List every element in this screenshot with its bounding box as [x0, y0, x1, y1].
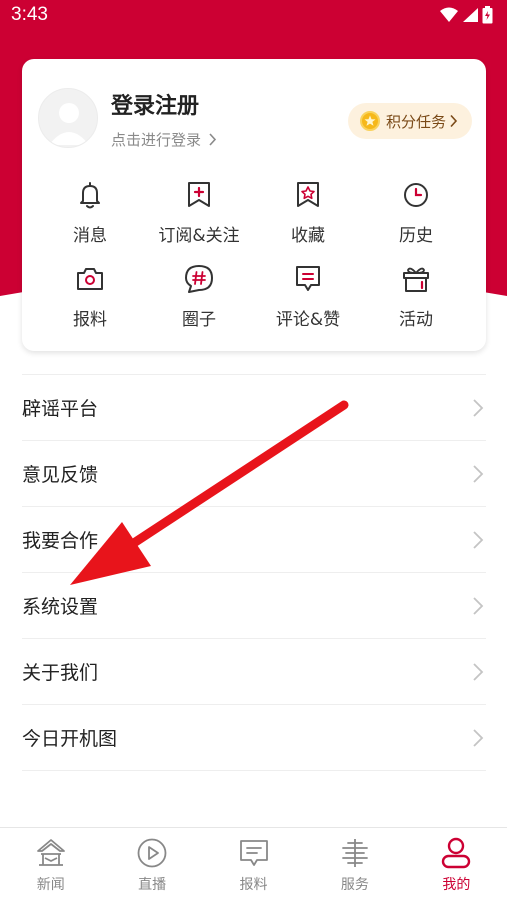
shortcut-label: 消息	[73, 226, 107, 246]
shortcut-comments[interactable]: 评论&赞	[250, 263, 366, 330]
menu-item-label: 关于我们	[22, 662, 99, 684]
points-task-button[interactable]: 积分任务	[348, 103, 472, 139]
signal-icon	[463, 8, 478, 22]
menu-item-label: 辟谣平台	[22, 398, 99, 420]
bookmark-plus-icon	[188, 182, 210, 207]
menu-item-system-settings[interactable]: 系统设置	[22, 573, 486, 639]
chevron-right-icon	[473, 531, 484, 549]
star-bookmark-icon	[297, 182, 319, 207]
status-icons	[440, 6, 493, 24]
shortcut-circle[interactable]: 圈子	[141, 263, 257, 330]
bottom-nav: 新闻 直播 报料 服务 我的	[0, 827, 507, 901]
shortcut-report[interactable]: 报料	[32, 263, 148, 330]
wifi-icon	[440, 7, 458, 22]
login-hint-label: 点击进行登录	[111, 131, 202, 149]
shortcut-activities[interactable]: 活动	[358, 263, 474, 330]
shortcut-label: 报料	[73, 310, 107, 330]
nav-label: 新闻	[36, 877, 65, 893]
shortcut-history[interactable]: 历史	[358, 179, 474, 246]
login-register-title[interactable]: 登录注册	[111, 88, 199, 120]
chevron-right-icon	[473, 597, 484, 615]
nav-label: 直播	[138, 877, 167, 893]
default-avatar-icon	[49, 103, 89, 145]
coin-icon	[360, 111, 380, 131]
app-screen: 3:43 登录注册 点击进行登录 积分任务 消息 订阅&关注 收藏 历史 报料 …	[0, 0, 507, 901]
shortcut-label: 圈子	[182, 310, 216, 330]
shortcut-subscribe[interactable]: 订阅&关注	[141, 179, 257, 246]
menu-item-label: 系统设置	[22, 596, 99, 618]
chevron-right-icon	[473, 729, 484, 747]
status-bar: 3:43	[0, 0, 507, 32]
chevron-right-icon	[473, 663, 484, 681]
shortcut-messages[interactable]: 消息	[32, 179, 148, 246]
nav-news[interactable]: 新闻	[0, 828, 101, 901]
play-icon	[137, 838, 167, 868]
menu-item-rumor-platform[interactable]: 辟谣平台	[22, 375, 486, 441]
points-task-label: 积分任务	[386, 112, 447, 131]
comment-icon	[296, 266, 320, 291]
nav-report[interactable]: 报料	[203, 828, 304, 901]
menu-item-about-us[interactable]: 关于我们	[22, 639, 486, 705]
chevron-right-icon	[473, 399, 484, 417]
chevron-right-icon	[209, 133, 216, 146]
profile-card: 登录注册 点击进行登录 积分任务 消息 订阅&关注 收藏 历史 报料 圈子 评论…	[22, 59, 486, 351]
bell-icon	[80, 182, 100, 209]
nav-label: 服务	[340, 877, 369, 893]
clock-icon	[404, 183, 428, 207]
menu-item-label: 意见反馈	[22, 464, 99, 486]
menu-item-cooperation[interactable]: 我要合作	[22, 507, 486, 573]
nav-label: 我的	[442, 877, 471, 893]
camera-icon	[77, 268, 103, 290]
status-time: 3:43	[11, 4, 48, 25]
news-icon	[36, 839, 65, 866]
settings-menu: 辟谣平台 意见反馈 我要合作 系统设置 关于我们 今日开机图	[22, 374, 486, 771]
chevron-right-icon	[450, 114, 458, 128]
shortcut-favorites[interactable]: 收藏	[250, 179, 366, 246]
login-hint-link[interactable]: 点击进行登录	[111, 129, 217, 150]
avatar[interactable]	[38, 88, 98, 148]
report-icon	[239, 840, 268, 866]
gift-icon	[403, 267, 429, 292]
menu-item-label: 我要合作	[22, 530, 99, 552]
shortcut-label: 历史	[399, 226, 433, 246]
menu-item-splash-image[interactable]: 今日开机图	[22, 705, 486, 771]
menu-item-label: 今日开机图	[22, 728, 118, 750]
nav-mine[interactable]: 我的	[406, 828, 507, 901]
shortcut-label: 评论&赞	[275, 310, 341, 330]
shortcut-label: 活动	[399, 310, 433, 330]
service-icon	[342, 839, 368, 867]
nav-live[interactable]: 直播	[101, 828, 202, 901]
shortcut-label: 收藏	[291, 226, 325, 246]
battery-icon	[482, 6, 493, 24]
nav-label: 报料	[239, 877, 268, 893]
user-icon	[442, 837, 471, 869]
menu-item-feedback[interactable]: 意见反馈	[22, 441, 486, 507]
chevron-right-icon	[473, 465, 484, 483]
hashtag-bubble-icon	[185, 265, 213, 293]
shortcut-label: 订阅&关注	[158, 226, 240, 246]
nav-service[interactable]: 服务	[304, 828, 405, 901]
